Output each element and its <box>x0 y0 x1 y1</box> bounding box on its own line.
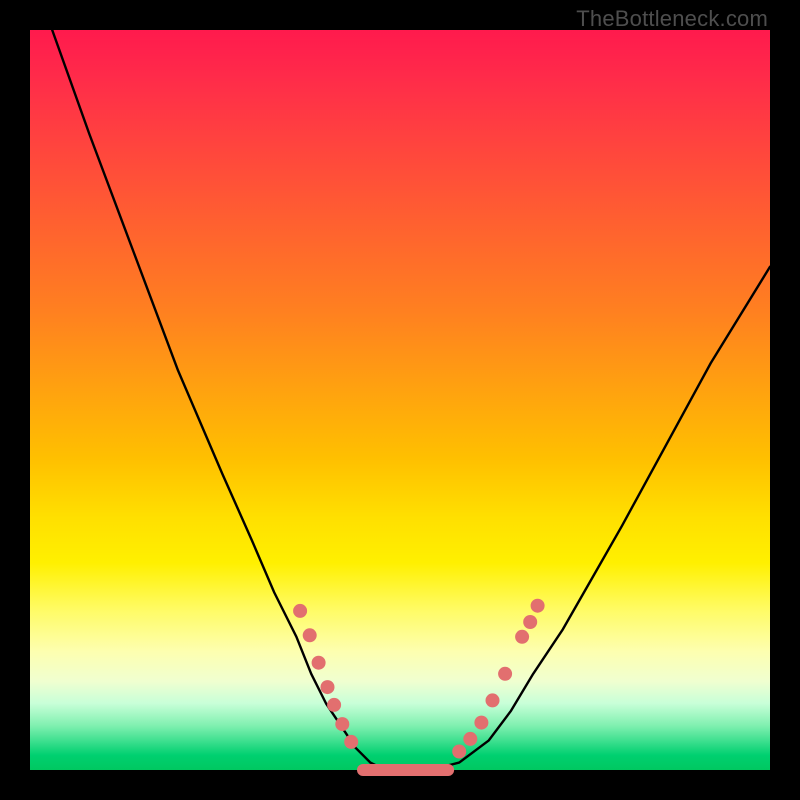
curve-marker <box>486 693 500 707</box>
curve-marker <box>515 630 529 644</box>
bottleneck-curve <box>52 30 770 770</box>
curve-marker <box>498 667 512 681</box>
markers-right <box>452 599 544 759</box>
curve-marker <box>327 698 341 712</box>
curve-marker <box>523 615 537 629</box>
curve-marker <box>344 735 358 749</box>
curve-marker <box>474 716 488 730</box>
markers-left <box>293 604 358 749</box>
curve-marker <box>293 604 307 618</box>
curve-marker <box>303 628 317 642</box>
curve-marker <box>312 656 326 670</box>
curve-marker <box>463 732 477 746</box>
chart-frame: TheBottleneck.com <box>0 0 800 800</box>
curve-marker <box>321 680 335 694</box>
curve-marker <box>452 745 466 759</box>
curve-marker <box>531 599 545 613</box>
watermark-text: TheBottleneck.com <box>576 6 768 32</box>
curve-svg <box>30 30 770 770</box>
plot-area <box>30 30 770 770</box>
curve-marker <box>335 717 349 731</box>
